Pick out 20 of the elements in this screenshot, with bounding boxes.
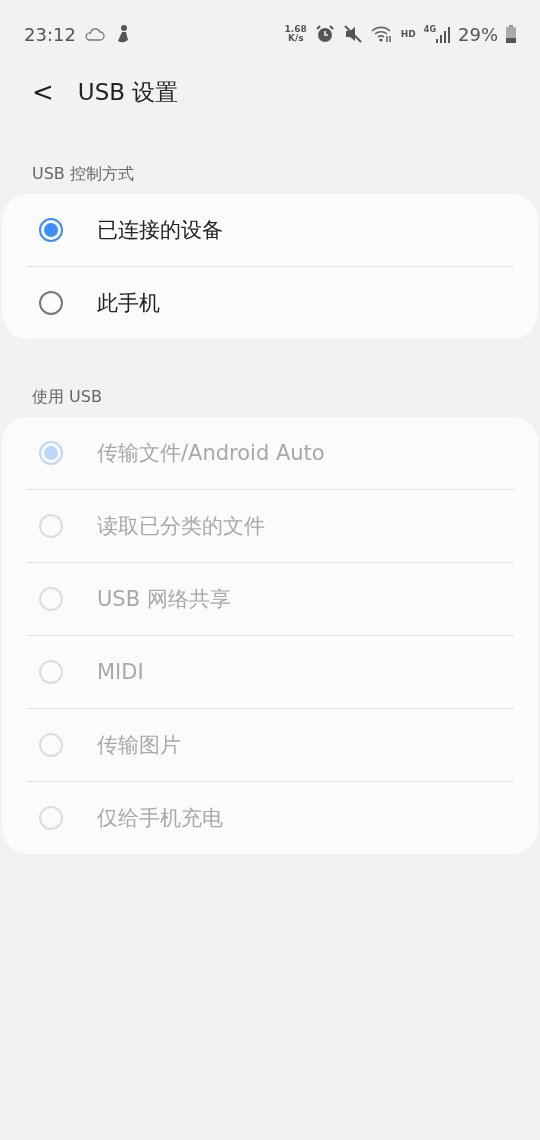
radio-button[interactable] <box>39 291 63 315</box>
section-header: 使用 USB <box>31 386 103 408</box>
mute-icon <box>342 24 363 44</box>
option-label[interactable]: 此手机 <box>97 289 160 317</box>
option-label[interactable]: 已连接的设备 <box>97 216 223 244</box>
hd-label: HD <box>400 29 416 39</box>
signal-icon <box>436 25 450 43</box>
page-title: USB 设置 <box>77 77 179 107</box>
section-header: USB 控制方式 <box>31 163 135 185</box>
wifi-icon <box>370 24 393 44</box>
battery-icon <box>506 25 516 43</box>
radio-button[interactable] <box>39 218 63 242</box>
network-label: 4G <box>423 25 436 34</box>
alarm-icon <box>314 24 335 44</box>
status-time: 23:12 <box>24 23 76 45</box>
battery-percent: 29% <box>458 23 498 45</box>
speed-value: 1.68 <box>284 25 307 34</box>
speed-unit: K/s <box>287 34 304 43</box>
back-button[interactable]: < <box>24 77 62 107</box>
cloud-icon <box>83 25 106 43</box>
